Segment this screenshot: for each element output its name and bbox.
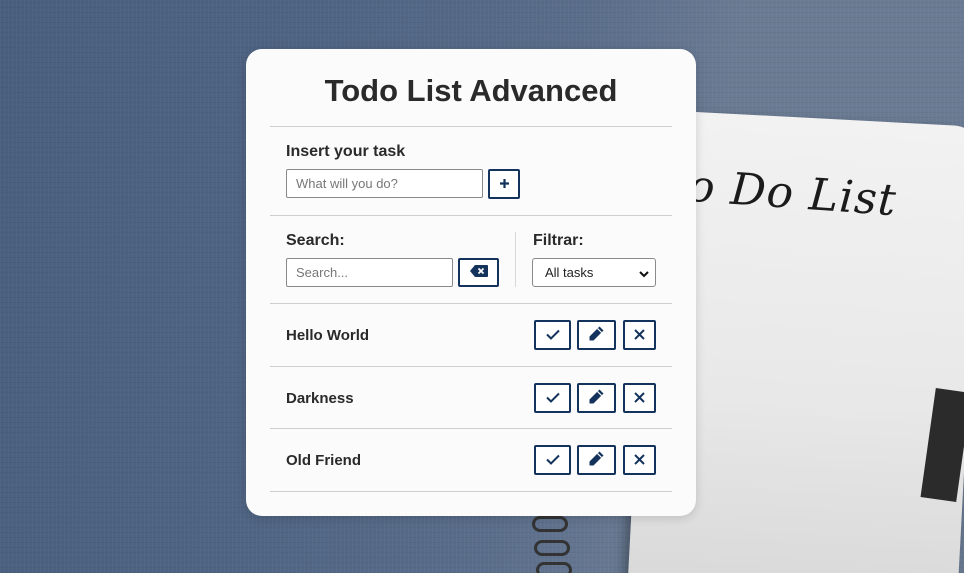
- delete-task-button[interactable]: [623, 320, 656, 350]
- divider: [270, 126, 672, 127]
- check-icon: [545, 391, 560, 406]
- divider: [270, 366, 672, 367]
- close-icon: [634, 328, 645, 343]
- task-name: Darkness: [286, 390, 354, 407]
- pencil-icon: [588, 388, 605, 408]
- divider: [270, 215, 672, 216]
- backspace-icon: [469, 265, 488, 280]
- close-icon: [634, 453, 645, 468]
- insert-task-label: Insert your task: [286, 143, 406, 160]
- add-task-button[interactable]: [488, 169, 520, 199]
- edit-task-button[interactable]: [577, 320, 616, 350]
- edit-task-button[interactable]: [577, 383, 616, 413]
- todo-card: Todo List Advanced Insert your task Sear…: [246, 49, 696, 516]
- divider: [270, 491, 672, 492]
- spiral-ring: [532, 516, 568, 532]
- filter-label: Filtrar:: [533, 232, 584, 249]
- task-input[interactable]: [286, 169, 483, 198]
- complete-task-button[interactable]: [534, 445, 571, 475]
- search-label: Search:: [286, 232, 345, 249]
- page-title: Todo List Advanced: [324, 73, 618, 108]
- divider: [270, 303, 672, 304]
- delete-task-button[interactable]: [623, 383, 656, 413]
- divider: [270, 428, 672, 429]
- check-icon: [545, 328, 560, 343]
- spiral-ring: [536, 562, 572, 573]
- plus-icon: [499, 177, 510, 192]
- check-icon: [545, 453, 560, 468]
- chevron-down-icon: [639, 267, 649, 282]
- task-name: Old Friend: [286, 452, 361, 469]
- clear-search-button[interactable]: [458, 258, 499, 287]
- delete-task-button[interactable]: [623, 445, 656, 475]
- pencil-icon: [588, 325, 605, 345]
- task-name: Hello World: [286, 327, 370, 344]
- pencil-icon: [588, 450, 605, 470]
- complete-task-button[interactable]: [534, 383, 571, 413]
- spiral-ring: [534, 540, 570, 556]
- close-icon: [634, 391, 645, 406]
- complete-task-button[interactable]: [534, 320, 571, 350]
- edit-task-button[interactable]: [577, 445, 616, 475]
- filter-selected-value: All tasks: [545, 265, 594, 280]
- filter-select[interactable]: All tasks: [532, 258, 656, 287]
- search-input[interactable]: [286, 258, 453, 287]
- vertical-divider: [515, 232, 516, 287]
